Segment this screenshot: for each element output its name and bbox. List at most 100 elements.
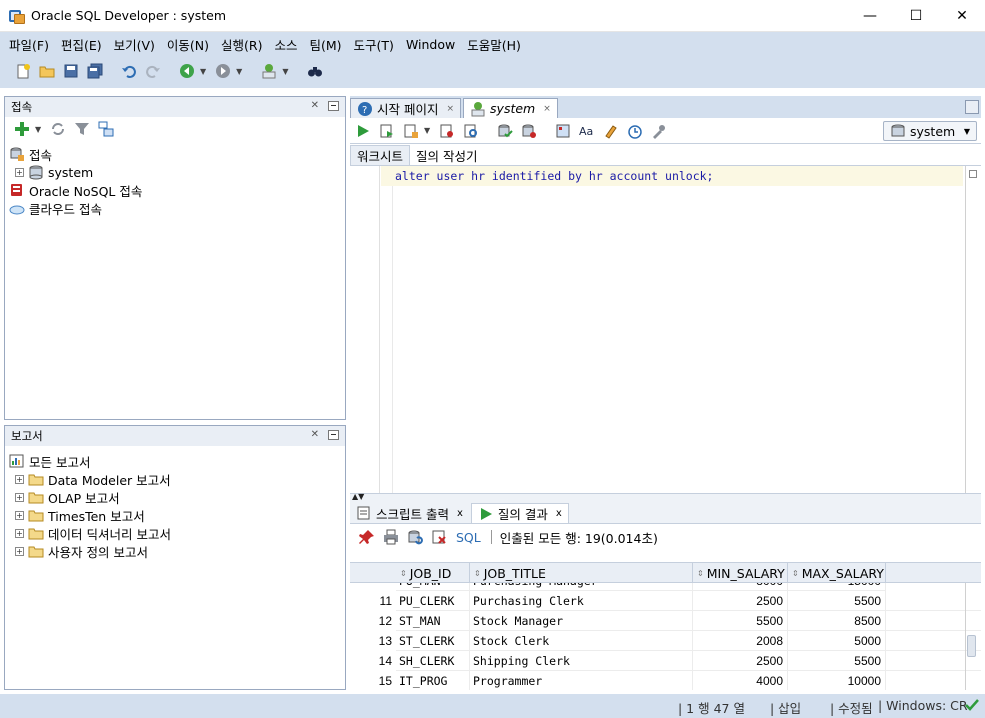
menu-view[interactable]: 보기(V)	[109, 35, 160, 54]
refresh-icon[interactable]	[47, 118, 69, 140]
menu-edit[interactable]: 편집(E)	[56, 35, 107, 54]
filter-icon[interactable]	[71, 118, 93, 140]
tab-close-icon[interactable]: x	[457, 508, 463, 519]
unshared-sql-icon[interactable]	[552, 120, 574, 142]
results-scrollbar[interactable]	[965, 583, 977, 690]
table-row[interactable]: 14 SH_CLERK Shipping Clerk 2500 5500	[350, 651, 981, 671]
reports-panel-minimize-icon[interactable]	[328, 430, 339, 440]
connections-panel-minimize-icon[interactable]	[328, 101, 339, 111]
menu-source[interactable]: 소스	[269, 35, 302, 54]
table-row[interactable]: 13 ST_CLERK Stock Clerk 2008 5000	[350, 631, 981, 651]
table-row[interactable]: 11 PU_CLERK Purchasing Clerk 2500 5500	[350, 591, 981, 611]
tree-item-system[interactable]: + system	[9, 163, 341, 181]
tab-list-dropdown-icon[interactable]	[965, 100, 979, 114]
tab-worksheet[interactable]: 워크시트	[350, 145, 411, 165]
tab-close-icon[interactable]: ×	[446, 104, 454, 114]
sql-link[interactable]: SQL	[456, 530, 481, 545]
clear-icon[interactable]	[600, 120, 622, 142]
redo-icon[interactable]	[142, 60, 164, 82]
cancel-query-icon[interactable]	[428, 526, 450, 548]
column-header-job-title[interactable]: ⇕ JOB_TITLE	[470, 563, 693, 583]
tree-item-olap-reports[interactable]: + OLAP 보고서	[9, 488, 341, 506]
table-row[interactable]: 15 IT_PROG Programmer 4000 10000	[350, 671, 981, 690]
sql-worksheet-dropdown-icon[interactable]: ▼	[282, 67, 288, 76]
close-button[interactable]: ✕	[939, 0, 985, 32]
print-icon[interactable]	[380, 526, 402, 548]
expand-icon[interactable]: +	[15, 528, 24, 538]
tab-query-result[interactable]: 질의 결과 x	[470, 503, 569, 523]
expand-icon[interactable]: +	[15, 167, 24, 177]
history-icon[interactable]	[624, 120, 646, 142]
tree-item-nosql[interactable]: Oracle NoSQL 접속	[9, 181, 341, 199]
svg-text:Aa: Aa	[579, 125, 593, 138]
sql-worksheet-icon[interactable]	[258, 60, 280, 82]
save-icon[interactable]	[60, 60, 82, 82]
refresh-results-icon[interactable]	[404, 526, 426, 548]
sql-editor[interactable]: alter user hr identified by hr account u…	[350, 166, 981, 494]
table-row[interactable]: 12 ST_MAN Stock Manager 5500 8500	[350, 611, 981, 631]
expand-icon[interactable]: +	[15, 510, 24, 520]
sql-code-line[interactable]: alter user hr identified by hr account u…	[381, 166, 963, 186]
tree-item-timesten-reports[interactable]: + TimesTen 보고서	[9, 506, 341, 524]
editor-splitter[interactable]: ▲▼	[350, 492, 981, 502]
expand-icon[interactable]: +	[15, 492, 24, 502]
tree-item-all-reports[interactable]: 모든 보고서	[9, 452, 341, 470]
column-header-min-salary[interactable]: ⇕ MIN_SALARY	[693, 563, 788, 583]
connections-panel-close-icon[interactable]: ✕	[311, 100, 319, 111]
editor-scrollbar[interactable]	[965, 166, 977, 493]
to-upper-icon[interactable]: Aa	[576, 120, 598, 142]
undo-icon[interactable]	[118, 60, 140, 82]
tab-system[interactable]: system ×	[463, 98, 558, 118]
minimize-button[interactable]: —	[847, 0, 893, 32]
tab-close-icon[interactable]: x	[556, 508, 562, 519]
forward-dropdown-icon[interactable]: ▼	[236, 67, 242, 76]
tab-script-output[interactable]: 스크립트 출력 x	[350, 503, 469, 523]
menu-run[interactable]: 실행(R)	[216, 35, 267, 54]
run-statement-icon[interactable]	[352, 120, 374, 142]
reports-panel-close-icon[interactable]: ✕	[311, 429, 319, 440]
collapse-arrows-icon[interactable]: ▲▼	[352, 492, 364, 501]
back-icon[interactable]	[176, 60, 198, 82]
scrollbar-thumb[interactable]	[967, 635, 976, 657]
forward-icon[interactable]	[212, 60, 234, 82]
commit-icon[interactable]	[494, 120, 516, 142]
tree-item-data-dictionary-reports[interactable]: + 데이터 딕셔너리 보고서	[9, 524, 341, 542]
menu-team[interactable]: 팀(M)	[305, 35, 347, 54]
menu-help[interactable]: 도움말(H)	[462, 35, 526, 54]
autotrace-dropdown-icon[interactable]: ▼	[424, 126, 430, 135]
tree-item-cloud[interactable]: 클라우드 접속	[9, 199, 341, 217]
maximize-button[interactable]: ☐	[893, 0, 939, 32]
connection-select[interactable]: system ▼	[883, 121, 977, 141]
new-file-icon[interactable]	[12, 60, 34, 82]
pin-icon[interactable]	[356, 526, 378, 548]
tree-item-connections[interactable]: 접속	[9, 145, 341, 163]
run-script-icon[interactable]	[376, 120, 398, 142]
autotrace-icon[interactable]	[400, 120, 422, 142]
sql-tuning-icon[interactable]	[460, 120, 482, 142]
reports-icon	[9, 453, 25, 469]
menu-navigate[interactable]: 이동(N)	[162, 35, 214, 54]
rollback-icon[interactable]	[518, 120, 540, 142]
back-dropdown-icon[interactable]: ▼	[200, 67, 206, 76]
expand-icon[interactable]: +	[15, 474, 24, 484]
save-all-icon[interactable]	[84, 60, 106, 82]
menu-file[interactable]: 파일(F)	[4, 35, 54, 54]
expand-icon[interactable]: +	[15, 546, 24, 556]
add-connection-dropdown-icon[interactable]: ▼	[35, 125, 41, 134]
binoculars-icon[interactable]	[304, 60, 326, 82]
open-folder-icon[interactable]	[36, 60, 58, 82]
schema-browser-icon[interactable]	[95, 118, 117, 140]
tree-item-data-modeler-reports[interactable]: + Data Modeler 보고서	[9, 470, 341, 488]
column-header-max-salary[interactable]: ⇕ MAX_SALARY	[788, 563, 886, 583]
tab-start-page[interactable]: ? 시작 페이지 ×	[350, 98, 462, 118]
tab-query-builder[interactable]: 질의 작성기	[410, 145, 483, 165]
tools-icon[interactable]	[648, 120, 670, 142]
tree-item-user-defined-reports[interactable]: + 사용자 정의 보고서	[9, 542, 341, 560]
tab-close-icon[interactable]: ×	[543, 104, 551, 114]
menu-tools[interactable]: 도구(T)	[349, 35, 399, 54]
menu-window[interactable]: Window	[401, 37, 460, 52]
column-header-job-id[interactable]: ⇕ JOB_ID	[396, 563, 470, 583]
explain-plan-icon[interactable]	[436, 120, 458, 142]
editor-gutter	[350, 166, 380, 493]
add-connection-icon[interactable]	[11, 118, 33, 140]
